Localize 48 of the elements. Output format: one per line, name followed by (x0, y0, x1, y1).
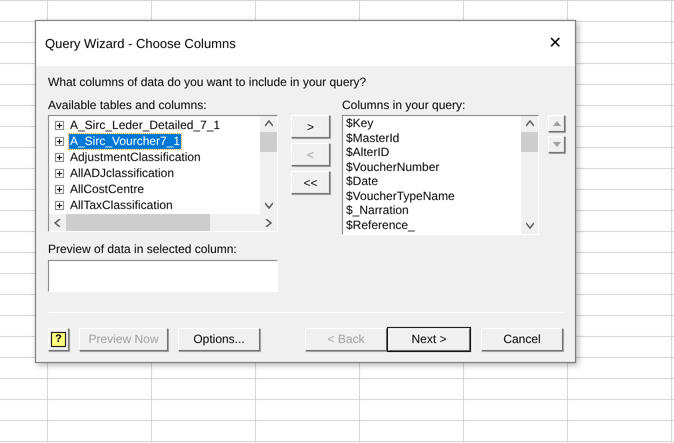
vertical-scrollbar[interactable] (260, 116, 277, 214)
column-item[interactable]: $Reference_ (346, 218, 521, 232)
expand-icon[interactable] (55, 168, 64, 178)
scroll-right-icon[interactable] (264, 218, 272, 226)
table-item[interactable]: AdjustmentClassification (69, 150, 202, 164)
scroll-down-icon[interactable] (526, 222, 534, 230)
prompt-text: What columns of data do you want to include in your query? (48, 74, 368, 91)
table-item[interactable]: AllCostCentre (69, 182, 146, 196)
table-item[interactable]: A_Sirc_Vourcher7_1 (69, 134, 182, 148)
scroll-up-icon[interactable] (264, 120, 272, 128)
table-item[interactable]: AllTaxClassification (69, 198, 174, 212)
preview-field[interactable] (48, 260, 278, 292)
scroll-left-icon[interactable] (54, 218, 62, 226)
column-item[interactable]: $MasterId (346, 130, 521, 145)
list-label: Available tables and columns: (48, 98, 208, 113)
dialog-button[interactable]: Cancel (481, 328, 563, 350)
dialog-button[interactable]: << (291, 171, 330, 194)
down-triangle-icon (552, 142, 560, 147)
expand-icon[interactable] (55, 136, 64, 146)
column-item[interactable]: $AlterID (346, 145, 521, 160)
column-item[interactable]: $VoucherTypeName (346, 188, 521, 203)
scroll-thumb[interactable] (521, 132, 538, 152)
close-button[interactable]: ✕ (545, 32, 565, 56)
expand-icon[interactable] (55, 152, 64, 162)
up-triangle-icon (552, 121, 560, 126)
dialog-button[interactable]: > (291, 115, 330, 138)
column-item[interactable]: $_Narration (346, 203, 521, 218)
help-button[interactable]: ? (48, 328, 69, 350)
expand-icon[interactable] (55, 200, 64, 210)
preview-label: Preview of data in selected column: (48, 242, 238, 257)
scroll-thumb[interactable] (260, 132, 277, 152)
table-item[interactable]: A_Sirc_Leder_Detailed_7_1 (69, 118, 222, 132)
column-item[interactable]: $Key (346, 116, 521, 130)
scroll-down-icon[interactable] (264, 202, 272, 210)
scroll-thumb[interactable] (66, 214, 210, 231)
dialog-button[interactable]: Options... (178, 328, 260, 350)
column-item[interactable]: $Date (346, 174, 521, 188)
expand-icon[interactable] (55, 184, 64, 194)
list-label: Columns in your query: (342, 98, 466, 113)
window-title: Query Wizard - Choose Columns (45, 34, 236, 53)
horizontal-scrollbar[interactable] (49, 214, 277, 231)
vertical-scrollbar[interactable] (521, 116, 538, 234)
expand-icon[interactable] (55, 120, 64, 130)
dialog-button[interactable]: Next > (388, 328, 470, 350)
scroll-up-icon[interactable] (526, 120, 534, 128)
table-item[interactable]: AllADJclassification (69, 166, 176, 180)
help-icon: ? (51, 332, 66, 346)
column-item[interactable]: $VoucherNumber (346, 160, 521, 174)
